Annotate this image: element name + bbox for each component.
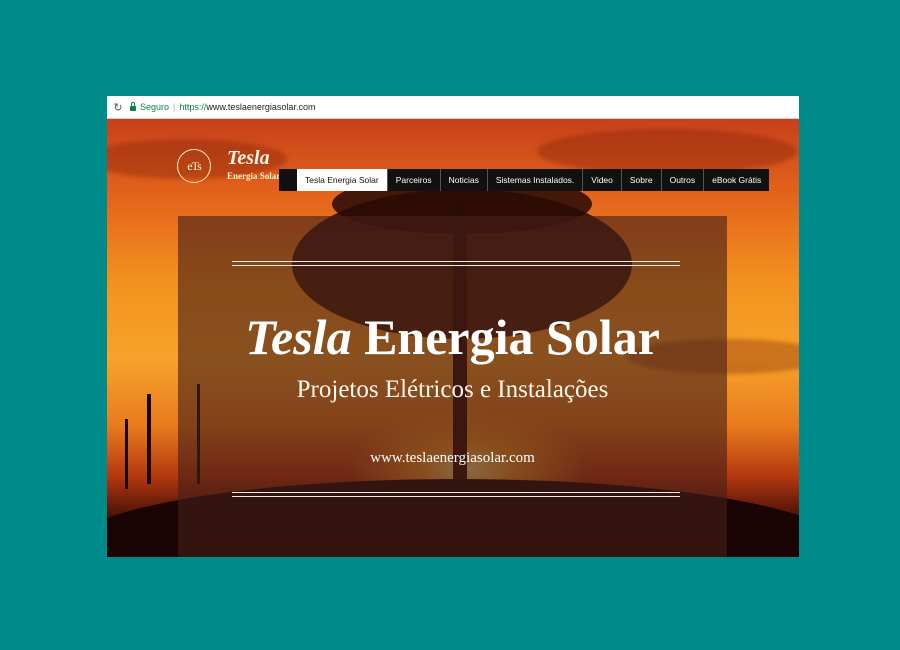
hero-subtitle: Projetos Elétricos e Instalações <box>296 376 609 403</box>
site-logo-title[interactable]: Tesla <box>227 147 270 170</box>
nav-item-sobre[interactable]: Sobre <box>622 169 662 191</box>
nav-item-sistemas-instalados[interactable]: Sistemas Instalados. <box>488 169 584 191</box>
hero-panel: Tesla Energia Solar Projetos Elétricos e… <box>178 216 727 557</box>
reload-icon[interactable]: ↻ <box>112 101 124 114</box>
nav-item-ebook-gratis[interactable]: eBook Grátis <box>704 169 769 191</box>
nav-item-noticias[interactable]: Noticias <box>441 169 488 191</box>
lock-icon <box>130 101 136 111</box>
site-logo-subtitle: Energia Solar <box>227 171 281 181</box>
main-nav: Tesla Energia Solar Parceiros Noticias S… <box>279 169 770 191</box>
page-viewport: eTs Tesla Energia Solar Tesla Energia So… <box>107 119 799 557</box>
nav-item-tesla-energia-solar[interactable]: Tesla Energia Solar <box>297 169 388 191</box>
background-tree <box>147 394 151 484</box>
hero-title-rest: Energia Solar <box>364 309 660 365</box>
browser-window: ↻ Seguro | https://www.teslaenergiasolar… <box>107 96 799 557</box>
nav-item-parceiros[interactable]: Parceiros <box>388 169 441 191</box>
hero-title: Tesla Energia Solar <box>178 308 727 366</box>
background-tree <box>125 419 128 489</box>
nav-item-outros[interactable]: Outros <box>662 169 705 191</box>
hero-rule <box>232 265 680 266</box>
site-logo-icon[interactable]: eTs <box>177 149 211 183</box>
url-protocol: https:// <box>179 102 207 112</box>
url-text[interactable]: https://www.teslaenergiasolar.com <box>179 102 315 112</box>
hero-rule <box>232 496 680 497</box>
hero-title-italic: Tesla <box>245 309 352 365</box>
url-host: www.teslaenergiasolar.com <box>206 102 316 112</box>
hero-url-link[interactable]: www.teslaenergiasolar.com <box>178 450 727 467</box>
background-cloud <box>537 129 797 174</box>
address-separator: | <box>173 102 176 112</box>
hero-rule <box>232 492 680 493</box>
hero-rule <box>232 261 680 262</box>
secure-label: Seguro <box>140 102 170 112</box>
nav-item-video[interactable]: Video <box>583 169 622 191</box>
address-bar[interactable]: ↻ Seguro | https://www.teslaenergiasolar… <box>107 96 799 119</box>
